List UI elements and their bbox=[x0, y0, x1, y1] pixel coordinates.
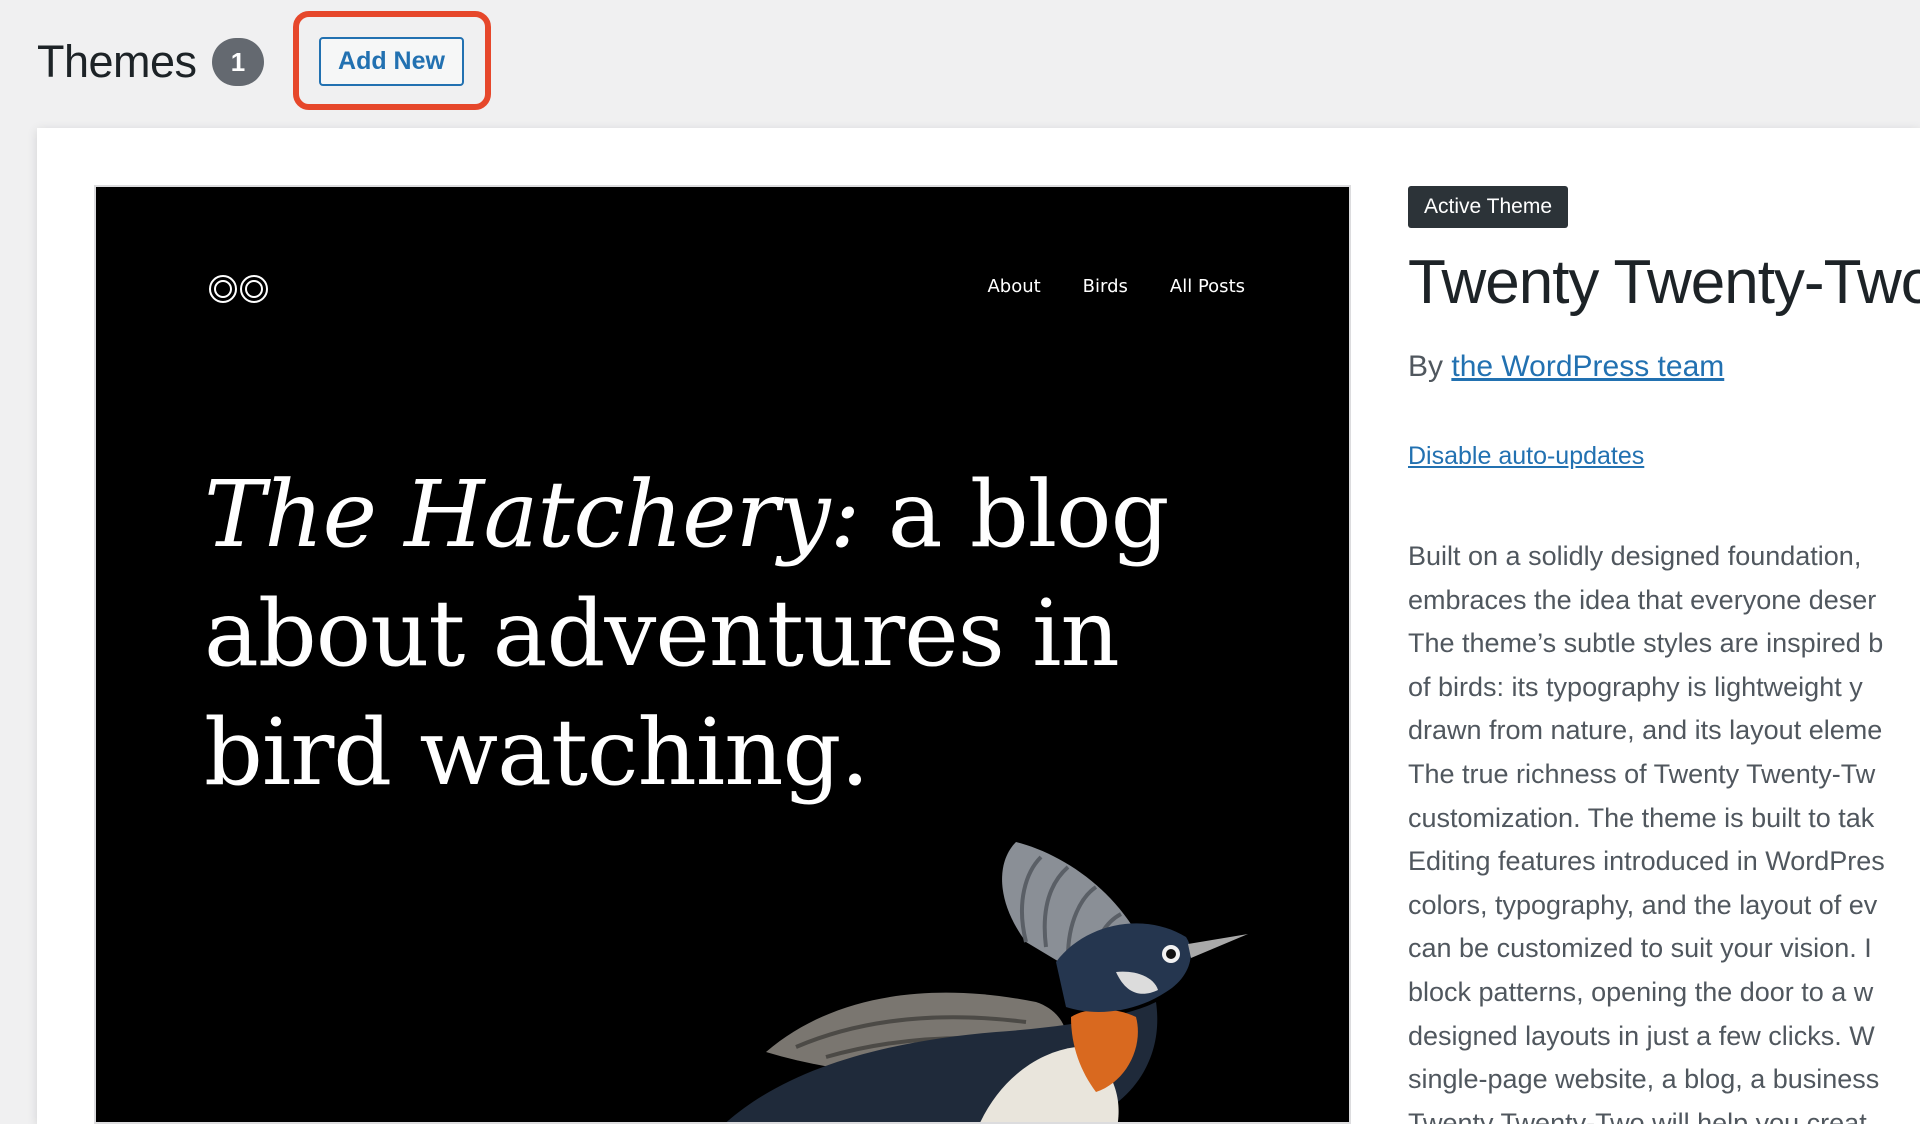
theme-name: Twenty Twenty-Two bbox=[1408, 248, 1920, 317]
description-line: single-page website, a blog, a business bbox=[1408, 1064, 1880, 1095]
preview-hero-heading: The Hatchery: a blog about adventures in… bbox=[204, 455, 1204, 812]
binoculars-logo-icon bbox=[209, 275, 268, 303]
description-line: Built on a solidly designed foundation, bbox=[1408, 541, 1862, 571]
description-line: The theme’s subtle styles are inspired b bbox=[1408, 628, 1884, 659]
theme-author: By the WordPress team bbox=[1408, 347, 1724, 387]
hero-italic-title: The Hatchery: bbox=[204, 461, 861, 568]
description-line: Twenty Twenty-Two will help you creat bbox=[1408, 1107, 1867, 1124]
preview-nav-birds: Birds bbox=[1082, 276, 1128, 297]
description-line: colors, typography, and the layout of ev bbox=[1408, 889, 1878, 920]
author-link[interactable]: the WordPress team bbox=[1451, 350, 1724, 383]
theme-description: Built on a solidly designed foundation, … bbox=[1408, 535, 1920, 1124]
description-line: designed layouts in just a few clicks. W bbox=[1408, 1020, 1875, 1051]
page-header: Themes 1 Add New bbox=[0, 0, 1920, 128]
description-line: Editing features introduced in WordPres bbox=[1408, 846, 1885, 877]
themes-page: Themes 1 Add New About Birds All Posts T… bbox=[0, 0, 1920, 1124]
add-new-button[interactable]: Add New bbox=[319, 37, 464, 86]
description-line: block patterns, opening the door to a w bbox=[1408, 976, 1874, 1007]
description-line: customization. The theme is built to tak bbox=[1408, 802, 1875, 833]
theme-count-badge: 1 bbox=[212, 38, 264, 86]
bird-illustration bbox=[726, 842, 1248, 1122]
theme-screenshot: About Birds All Posts The Hatchery: a bl… bbox=[94, 185, 1351, 1124]
description-line: can be customized to suit your vision. I bbox=[1408, 933, 1872, 964]
description-line: drawn from nature, and its layout eleme bbox=[1408, 715, 1883, 746]
preview-nav-about: About bbox=[987, 276, 1041, 297]
hero-line-3: bird watching. bbox=[204, 699, 870, 806]
disable-auto-updates-link[interactable]: Disable auto-updates bbox=[1408, 439, 1644, 473]
hero-line-2: about adventures in bbox=[204, 580, 1120, 687]
description-line: of birds: its typography is lightweight … bbox=[1408, 671, 1863, 702]
author-by-label: By bbox=[1408, 350, 1452, 383]
active-theme-badge: Active Theme bbox=[1408, 186, 1568, 228]
page-title: Themes bbox=[37, 36, 197, 87]
preview-nav: About Birds All Posts bbox=[987, 271, 1245, 303]
preview-nav-all-posts: All Posts bbox=[1169, 276, 1245, 297]
hero-line-1: a blog bbox=[859, 461, 1170, 568]
description-line: embraces the idea that everyone deser bbox=[1408, 584, 1877, 615]
description-line: The true richness of Twenty Twenty-Tw bbox=[1408, 758, 1876, 789]
